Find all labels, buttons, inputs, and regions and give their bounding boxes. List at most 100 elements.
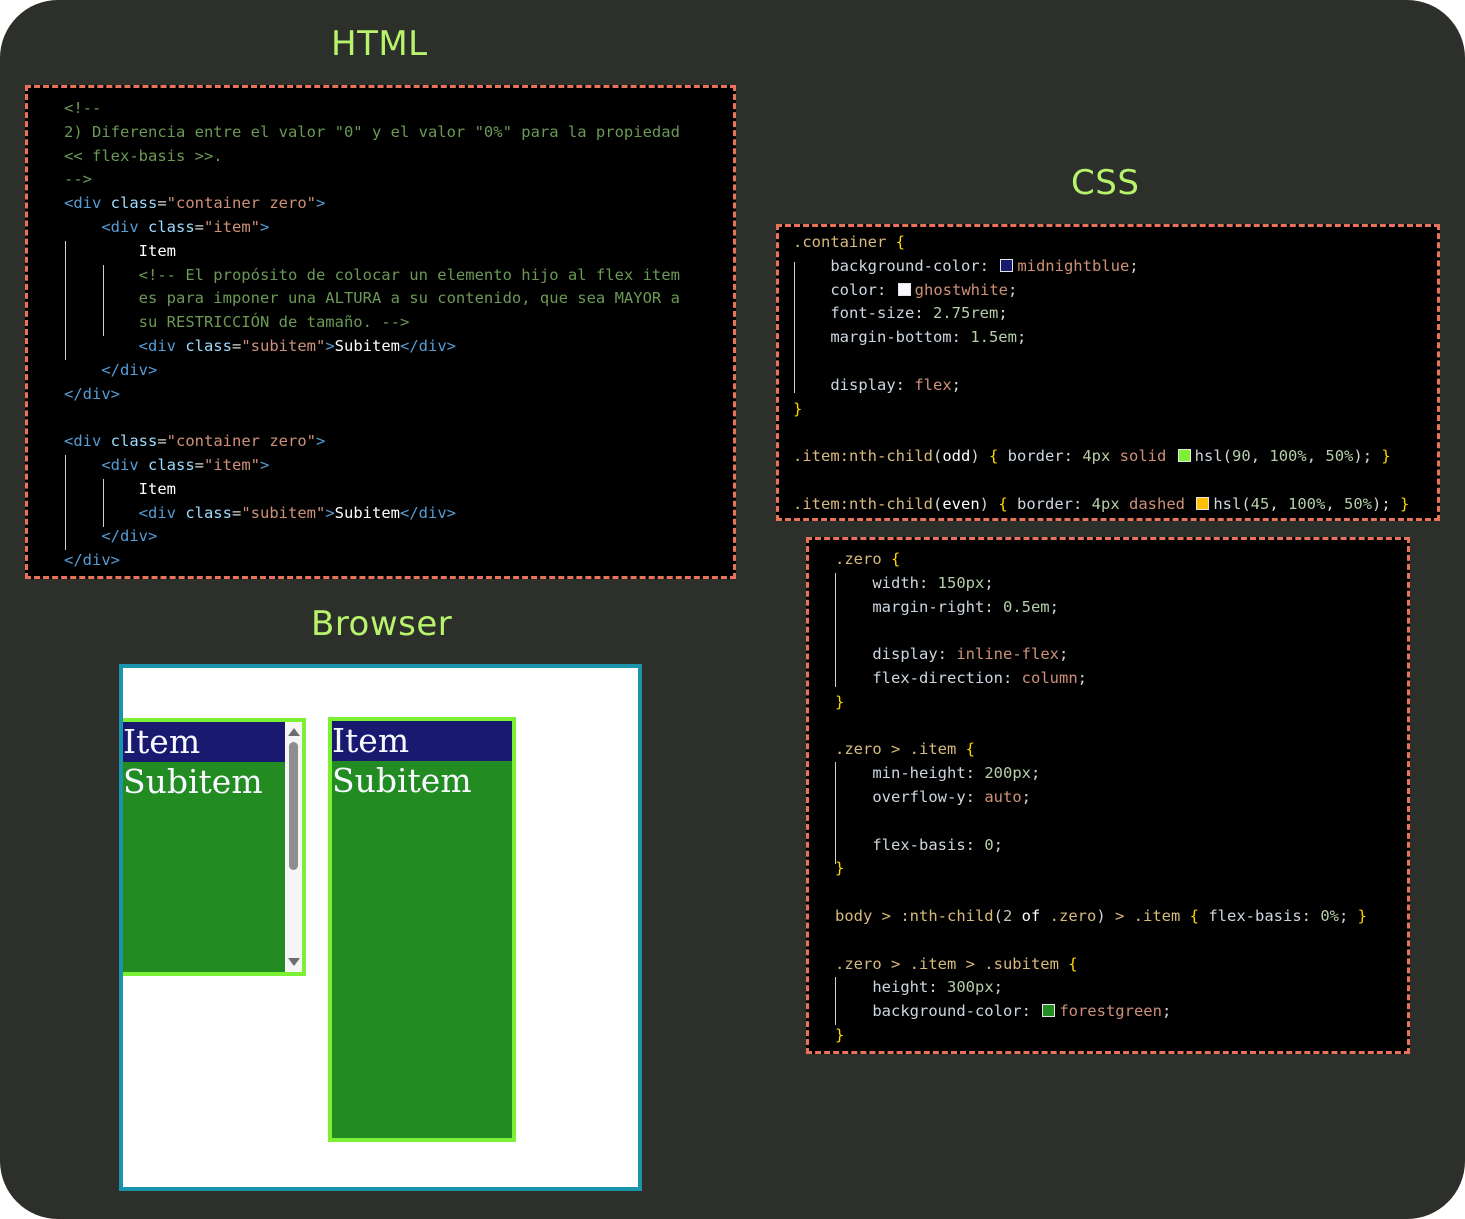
code-token: , [1306,447,1326,466]
scroll-thumb[interactable] [289,742,298,870]
code-token: "subitem" [241,503,326,522]
css-code-panel-zero: .zero { width: 150px; margin-right: 0.5e… [806,537,1410,1054]
vertical-scrollbar[interactable] [285,722,302,972]
code-line: Item [64,240,680,264]
code-token: </div> [64,527,158,546]
code-token: : [965,764,985,783]
color-swatch-icon[interactable] [1000,258,1014,272]
browser-preview: Item Subitem Item Subitem [119,664,642,1191]
code-token: class [138,217,195,236]
code-token: << flex-basis >>. [64,146,223,165]
code-token: forestgreen [1059,1002,1162,1021]
code-token: : [1301,906,1321,925]
code-token: { [895,233,905,251]
code-line: background-color: forestgreen; [835,1000,1367,1024]
code-token: of [1012,906,1050,925]
html-code-block: <!-- 2) Diferencia entre el valor "0" y e… [64,97,680,573]
code-token: } [835,859,845,878]
code-token: 0.5em [1002,597,1050,616]
code-token: overflow-y [835,787,966,806]
code-token: ; [1021,787,1031,806]
css-code-block-zero: .zero { width: 150px; margin-right: 0.5e… [835,548,1367,1048]
code-token: margin-bottom [793,328,952,347]
code-token: class [175,503,232,522]
code-token: border [1007,494,1073,513]
code-token: width [835,573,919,592]
code-line: ​ [793,350,1409,374]
subitem-label: Subitem [123,762,263,801]
code-token: 0 [984,835,994,854]
code-token: .item:nth-child [793,494,933,513]
code-token: : [951,328,971,347]
code-token: .zero [1049,906,1097,925]
code-token: , [1250,447,1270,466]
code-token: </div> [64,360,158,379]
code-token: background-color [793,256,980,275]
scroll-down-arrow-icon[interactable] [288,958,300,966]
color-swatch-icon[interactable] [1196,496,1210,510]
code-token: > [260,217,270,236]
code-token: "item" [204,455,260,474]
css-code-block-container: .container { background-color: midnightb… [793,231,1409,517]
code-token: inline-flex [956,645,1059,664]
code-line: margin-right: 0.5em; [835,596,1367,620]
code-token: : [919,573,938,592]
code-line: es para imponer una ALTURA a su contenid… [64,287,680,311]
code-token: <div [64,432,102,451]
code-token: solid [1110,447,1176,466]
flex-item-basis-zero-percent: Item Subitem [328,717,516,1142]
code-line: } [835,691,1367,715]
code-token: } [1357,906,1368,925]
code-token: ) [979,494,999,513]
code-token: 1.5em [970,328,1017,347]
color-swatch-icon[interactable] [1042,1004,1056,1018]
code-token: hsl [1213,494,1242,513]
code-line: } [793,398,1409,422]
code-token: </div> [400,503,456,522]
code-line: ​ [835,619,1367,643]
code-token: body > :nth-child [835,906,994,925]
code-token: = [157,194,167,213]
code-token: ; [1031,764,1041,783]
code-token: : [965,835,985,854]
code-token: 2.75rem [933,304,999,323]
code-token: > [325,336,335,355]
color-swatch-icon[interactable] [897,282,911,296]
code-line: ​ [64,406,680,430]
code-line: su RESTRICCIÓN de tamaño. --> [64,311,680,335]
scroll-up-arrow-icon[interactable] [288,728,300,736]
code-line: << flex-basis >>. [64,145,680,169]
code-token: class [138,455,195,474]
code-token: } [793,399,803,418]
code-line: background-color: midnightblue; [793,255,1409,279]
code-token: su RESTRICCIÓN de tamaño. --> [64,313,410,332]
code-token: } [835,692,845,711]
code-token: class [101,432,158,451]
code-line: </div> [64,383,680,407]
code-token: height [835,978,929,997]
code-token: 100% [1288,494,1326,513]
code-line: flex-direction: column; [835,667,1367,691]
color-swatch-icon[interactable] [1177,449,1191,463]
code-token: color [793,280,877,299]
code-token: .item:nth-child [793,447,933,466]
code-token: : [1002,668,1022,687]
code-token: { [1068,954,1078,973]
code-token: } [1381,447,1391,466]
code-token: = [194,455,204,474]
code-token: : [1073,494,1092,513]
code-line: overflow-y: auto; [835,786,1367,810]
code-token: 90 [1232,447,1251,466]
code-token: ( [932,494,943,513]
code-token: ; [1058,645,1069,664]
code-line: } [835,857,1367,881]
code-token: , [1325,494,1345,513]
code-line: .item:nth-child(even) { border: 4px dash… [793,493,1409,517]
code-line: } [835,1024,1367,1048]
code-token: 50% [1344,494,1373,513]
flex-item-basis-zero[interactable]: Item Subitem [123,718,306,976]
code-token: min-height [835,764,966,783]
code-line: flex-basis: 0; [835,834,1367,858]
code-line: Item [64,478,680,502]
code-token: : [965,787,985,806]
